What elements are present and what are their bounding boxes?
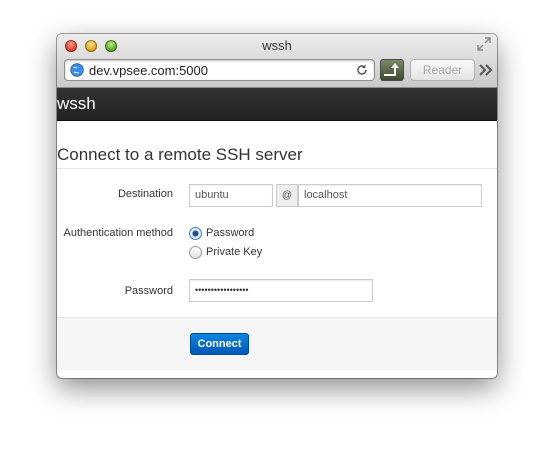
address-bar[interactable]: dev.vpsee.com:5000 [64, 59, 375, 81]
window-title: wssh [262, 38, 292, 53]
brand-link[interactable]: wssh [57, 94, 96, 114]
password-radio-label: Password [206, 227, 255, 239]
form-actions: Connect [57, 317, 497, 370]
private-key-radio-label: Private Key [206, 246, 263, 258]
at-separator: @ [276, 184, 298, 207]
password-input[interactable]: ••••••••••••••••• [189, 279, 373, 302]
bookmark-button[interactable] [380, 59, 404, 81]
browser-window: wssh dev.vpsee.com:5000 Reader wssh Conn… [57, 34, 497, 378]
destination-label: Destination [117, 188, 173, 200]
username-input[interactable]: ubuntu [189, 184, 273, 207]
auth-method-label: Authentication method [63, 227, 173, 239]
browser-toolbar: wssh dev.vpsee.com:5000 Reader [57, 34, 497, 88]
reader-button[interactable]: Reader [410, 59, 475, 81]
navbar: wssh [57, 88, 497, 121]
globe-icon [70, 63, 84, 77]
password-label: Password [124, 285, 173, 297]
double-chevron-icon[interactable] [478, 63, 494, 77]
private-key-radio[interactable] [189, 246, 202, 259]
hostname-input[interactable]: localhost [298, 184, 482, 207]
connect-button[interactable]: Connect [190, 333, 249, 355]
legend-divider [57, 168, 497, 169]
bookmark-icon [384, 63, 399, 76]
password-radio[interactable] [189, 227, 202, 240]
url-text: dev.vpsee.com:5000 [89, 63, 208, 78]
reload-icon[interactable] [355, 63, 369, 77]
fullscreen-icon[interactable] [477, 37, 491, 51]
form-legend: Connect to a remote SSH server [57, 145, 303, 164]
